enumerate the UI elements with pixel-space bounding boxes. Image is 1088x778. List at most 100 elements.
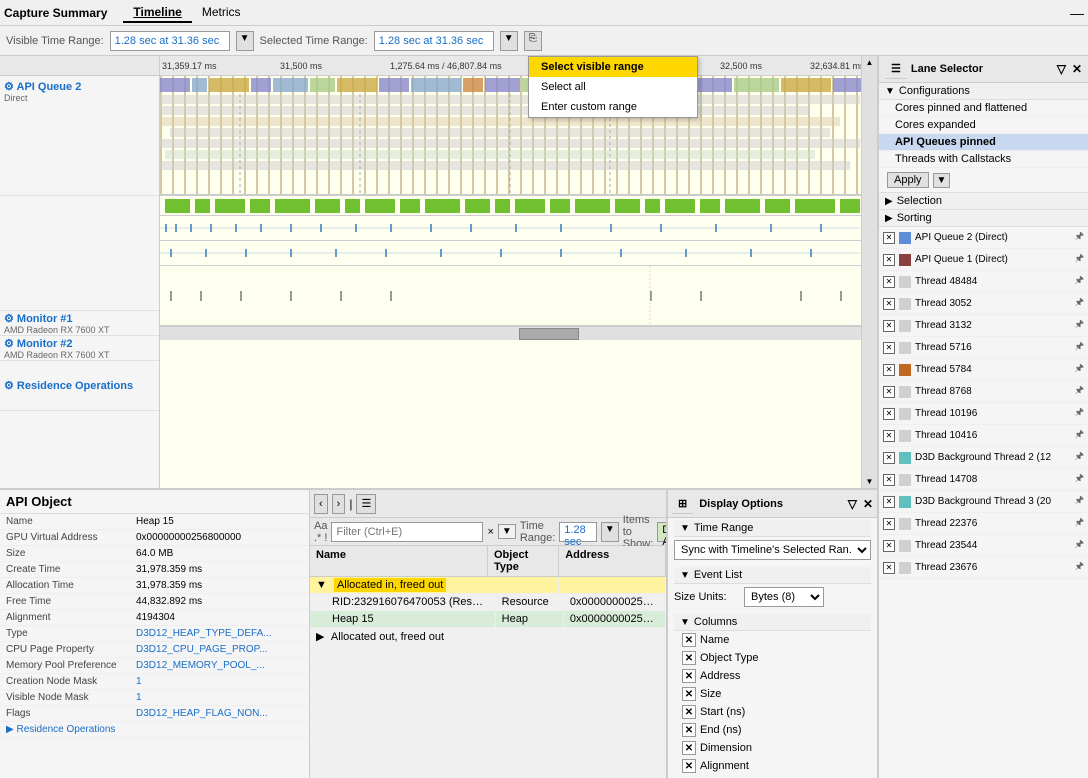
table-row[interactable]: RID:232916076470053 (Resource 1488) Reso… bbox=[310, 594, 666, 611]
column-checkbox-row[interactable]: ✕ Alignment bbox=[674, 757, 871, 775]
config-item[interactable]: Cores pinned and flattened bbox=[879, 100, 1088, 117]
lane-checkbox[interactable]: ✕ bbox=[883, 232, 895, 244]
lane-pin-icon[interactable]: 🖈 bbox=[1075, 383, 1084, 400]
lane-checkbox[interactable]: ✕ bbox=[883, 540, 895, 552]
lane-checkbox[interactable]: ✕ bbox=[883, 386, 895, 398]
lane-checkbox[interactable]: ✕ bbox=[883, 320, 895, 332]
lane-item[interactable]: ✕ Thread 14708 🖈 bbox=[879, 469, 1088, 491]
lane-item[interactable]: ✕ Thread 48484 🖈 bbox=[879, 271, 1088, 293]
lane-pin-icon[interactable]: 🖈 bbox=[1075, 515, 1084, 532]
nav-next-button[interactable]: › bbox=[332, 494, 346, 514]
lane-checkbox[interactable]: ✕ bbox=[883, 562, 895, 574]
lane-item[interactable]: ✕ D3D Background Thread 2 (12 🖈 bbox=[879, 447, 1088, 469]
scroll-down[interactable]: ▼ bbox=[864, 475, 876, 488]
column-checkbox-row[interactable]: ✕ End (ns) bbox=[674, 721, 871, 739]
time-range-arrow[interactable]: ▼ bbox=[601, 522, 619, 542]
minimize-button[interactable]: — bbox=[1070, 5, 1084, 21]
lane-item[interactable]: ✕ Thread 5784 🖈 bbox=[879, 359, 1088, 381]
lane-item[interactable]: ✕ API Queue 2 (Direct) 🖈 bbox=[879, 227, 1088, 249]
column-checkbox-row[interactable]: ✕ Start (ns) bbox=[674, 703, 871, 721]
display-options-minimize[interactable]: ▽ bbox=[848, 497, 857, 511]
lane-pin-icon[interactable]: 🖈 bbox=[1075, 537, 1084, 554]
event-list-section-header[interactable]: ▼ Event List bbox=[674, 567, 871, 584]
visible-range-dropdown[interactable]: ▼ bbox=[236, 31, 254, 51]
display-options-close[interactable]: ✕ bbox=[863, 497, 873, 511]
lane-selector-close[interactable]: ✕ bbox=[1072, 62, 1082, 76]
scroll-up[interactable]: ▲ bbox=[864, 56, 876, 69]
column-checkbox[interactable]: ✕ bbox=[682, 633, 696, 647]
vertical-scrollbar[interactable]: ▲ ▼ bbox=[861, 56, 877, 488]
lane-checkbox[interactable]: ✕ bbox=[883, 430, 895, 442]
table-row[interactable]: ▶ Allocated out, freed out bbox=[310, 628, 666, 646]
nav-prev-button[interactable]: ‹ bbox=[314, 494, 328, 514]
residence-ops-link[interactable]: ▶ Residence Operations bbox=[0, 722, 309, 738]
lane-pin-icon[interactable]: 🖈 bbox=[1075, 251, 1084, 268]
lane-checkbox[interactable]: ✕ bbox=[883, 364, 895, 376]
column-checkbox[interactable]: ✕ bbox=[682, 651, 696, 665]
lane-item[interactable]: ✕ D3D Background Thread 3 (20 🖈 bbox=[879, 491, 1088, 513]
config-item[interactable]: API Queues pinned bbox=[879, 134, 1088, 151]
dropdown-item-custom[interactable]: Enter custom range bbox=[529, 97, 697, 117]
apply-button[interactable]: Apply bbox=[887, 172, 929, 188]
lane-checkbox[interactable]: ✕ bbox=[883, 496, 895, 508]
tab-metrics[interactable]: Metrics bbox=[192, 3, 251, 23]
config-item[interactable]: Threads with Callstacks bbox=[879, 151, 1088, 168]
selected-range-dropdown[interactable]: ▼ bbox=[500, 31, 518, 51]
column-checkbox[interactable]: ✕ bbox=[682, 723, 696, 737]
apply-dropdown[interactable]: ▼ bbox=[933, 173, 951, 188]
copy-icon[interactable]: ⎘ bbox=[524, 31, 542, 51]
lane-pin-icon[interactable]: 🖈 bbox=[1075, 471, 1084, 488]
lane-checkbox[interactable]: ✕ bbox=[883, 276, 895, 288]
timeline-scrollbar[interactable] bbox=[160, 326, 877, 340]
column-checkbox-row[interactable]: ✕ Dimension bbox=[674, 739, 871, 757]
scrollbar-thumb[interactable] bbox=[519, 328, 579, 340]
lane-item[interactable]: ✕ Thread 3052 🖈 bbox=[879, 293, 1088, 315]
table-row[interactable]: ▼ Allocated in, freed out bbox=[310, 577, 666, 594]
lane-checkbox[interactable]: ✕ bbox=[883, 408, 895, 420]
column-checkbox-row[interactable]: ✕ Object Type bbox=[674, 649, 871, 667]
column-checkbox[interactable]: ✕ bbox=[682, 741, 696, 755]
table-row[interactable]: Heap 15 Heap 0x00000000256800... bbox=[310, 611, 666, 628]
lane-item[interactable]: ✕ Thread 3132 🖈 bbox=[879, 315, 1088, 337]
lane-item[interactable]: ✕ Thread 22376 🖈 bbox=[879, 513, 1088, 535]
configurations-section[interactable]: ▼ Configurations bbox=[879, 83, 1088, 100]
column-checkbox-row[interactable]: ✕ Address bbox=[674, 667, 871, 685]
lane-checkbox[interactable]: ✕ bbox=[883, 452, 895, 464]
items-to-show-select[interactable]: D3D API Objects ▾ bbox=[657, 522, 667, 542]
column-checkbox[interactable]: ✕ bbox=[682, 705, 696, 719]
column-checkbox-row[interactable]: ✕ Name bbox=[674, 631, 871, 649]
lane-checkbox[interactable]: ✕ bbox=[883, 342, 895, 354]
config-item[interactable]: Cores expanded bbox=[879, 117, 1088, 134]
lane-pin-icon[interactable]: 🖈 bbox=[1075, 317, 1084, 334]
lane-pin-icon[interactable]: 🖈 bbox=[1075, 427, 1084, 444]
timeline-viewport[interactable]: 31,359.17 ms 31,500 ms 1,275.64 ms / 46,… bbox=[160, 56, 877, 488]
lane-checkbox[interactable]: ✕ bbox=[883, 474, 895, 486]
tab-timeline[interactable]: Timeline bbox=[123, 3, 191, 23]
selection-section[interactable]: ▶ Selection bbox=[879, 193, 1088, 210]
column-checkbox[interactable]: ✕ bbox=[682, 759, 696, 773]
dropdown-item-select-all[interactable]: Select all bbox=[529, 77, 697, 97]
time-range-sync-select[interactable]: Sync with Timeline's Selected Ran... bbox=[674, 540, 871, 560]
lane-pin-icon[interactable]: 🖈 bbox=[1075, 559, 1084, 576]
lane-item[interactable]: ✕ Thread 23544 🖈 bbox=[879, 535, 1088, 557]
lane-item[interactable]: ✕ Thread 8768 🖈 bbox=[879, 381, 1088, 403]
columns-section-header[interactable]: ▼ Columns bbox=[674, 614, 871, 631]
lane-selector-minimize[interactable]: ▽ bbox=[1057, 62, 1066, 76]
lane-item[interactable]: ✕ API Queue 1 (Direct) 🖈 bbox=[879, 249, 1088, 271]
lane-pin-icon[interactable]: 🖈 bbox=[1075, 229, 1084, 246]
lane-pin-icon[interactable]: 🖈 bbox=[1075, 339, 1084, 356]
size-units-select[interactable]: Bytes (8) bbox=[744, 587, 824, 607]
lane-item[interactable]: ✕ Thread 5716 🖈 bbox=[879, 337, 1088, 359]
lane-checkbox[interactable]: ✕ bbox=[883, 518, 895, 530]
lane-pin-icon[interactable]: 🖈 bbox=[1075, 449, 1084, 466]
dropdown-item-select-visible[interactable]: Select visible range bbox=[529, 57, 697, 77]
column-checkbox[interactable]: ✕ bbox=[682, 669, 696, 683]
filter-dropdown[interactable]: ▼ bbox=[498, 524, 516, 539]
lane-pin-icon[interactable]: 🖈 bbox=[1075, 295, 1084, 312]
lane-pin-icon[interactable]: 🖈 bbox=[1075, 361, 1084, 378]
column-checkbox-row[interactable]: ✕ Size bbox=[674, 685, 871, 703]
lane-pin-icon[interactable]: 🖈 bbox=[1075, 493, 1084, 510]
lane-item[interactable]: ✕ Thread 10416 🖈 bbox=[879, 425, 1088, 447]
filter-input[interactable] bbox=[331, 522, 483, 542]
nav-list-icon[interactable]: ☰ bbox=[356, 494, 376, 514]
